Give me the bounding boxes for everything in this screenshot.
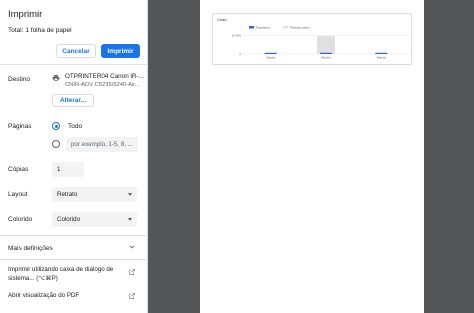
layout-select[interactable]: Retrato [52, 187, 137, 202]
legend-label: Previous value [290, 26, 310, 30]
legend-swatch [283, 26, 288, 29]
more-settings-toggle[interactable]: Mais definições [8, 245, 53, 252]
chevron-down-icon [128, 193, 132, 196]
chevron-down-icon[interactable] [129, 244, 135, 250]
x-tick-label: Patrick [377, 56, 387, 60]
chevron-down-icon [128, 218, 132, 221]
open-external-icon[interactable] [129, 269, 135, 275]
pages-custom-input[interactable]: por exemplo, 1-5, 8, ... [66, 137, 138, 152]
bar-chart: Population Previous value 10,000 0 Saved Rach… [232, 26, 409, 60]
copies-input[interactable]: 1 [52, 162, 84, 177]
links-divider [0, 259, 148, 260]
system-dialog-link[interactable]: Imprimir utilizando caixa de diálogo de … [8, 266, 120, 283]
print-button[interactable]: Imprimir [101, 44, 140, 58]
printer-name: OTPRINTER04 Canon iR-... [65, 73, 144, 80]
printer-icon [52, 75, 60, 81]
layout-value: Retrato [57, 191, 78, 198]
destination-label: Destino [8, 76, 31, 83]
pages-all-radio[interactable] [52, 122, 60, 130]
pages-label: Páginas [8, 123, 32, 130]
color-select[interactable]: Colorido [52, 212, 137, 227]
pages-all-label: Todo [68, 123, 83, 130]
sheet-count: Total: 1 folha de papel [8, 27, 72, 34]
chart-container: Chart Population Previous value 10,000 0 Sav… [212, 13, 412, 65]
bar-population [264, 52, 277, 54]
preview-page: Chart Population Previous value 10,000 0 Sav… [200, 0, 424, 313]
bar-population [320, 52, 332, 54]
open-pdf-link[interactable]: Abrir visualização do PDF [8, 292, 120, 301]
y-tick-label: 10,000 [232, 34, 242, 38]
color-label: Colorido [8, 216, 33, 223]
print-preview-area: Chart Population Previous value 10,000 0 Sav… [148, 0, 474, 313]
dialog-title: Imprimir [8, 9, 43, 20]
legend-label: Population [256, 26, 271, 30]
change-destination-button[interactable]: Alterar... [52, 94, 94, 107]
color-value: Colorido [57, 216, 81, 223]
pages-custom-radio[interactable] [52, 140, 60, 148]
x-tick-label: Rachel [321, 56, 331, 60]
header-divider [0, 64, 148, 65]
cancel-button[interactable]: Cancelar [56, 44, 96, 58]
open-external-icon[interactable] [129, 293, 135, 299]
bar-previous [317, 35, 335, 54]
settings-divider [0, 235, 148, 236]
y-tick-label: 0 [239, 52, 241, 56]
printer-model: CNIR-ADV C5235/5240-Air... [65, 82, 140, 88]
x-tick-label: Saved [266, 56, 275, 60]
bar-population [375, 52, 388, 54]
copies-label: Cópias [8, 166, 29, 173]
layout-label: Layout [8, 191, 28, 198]
print-settings-panel: Imprimir Total: 1 folha de papel Cancela… [0, 0, 148, 313]
legend-swatch [249, 26, 254, 29]
